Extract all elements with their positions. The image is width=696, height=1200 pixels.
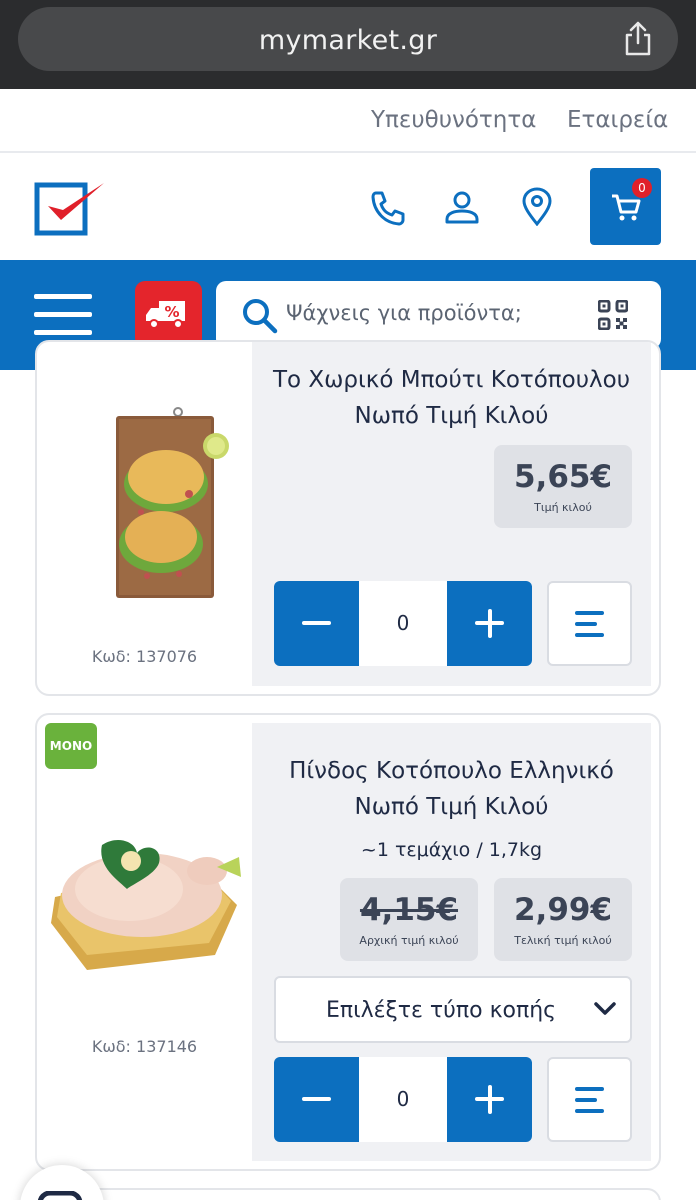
qr-code-icon[interactable] — [598, 300, 628, 330]
product-title-line[interactable]: Νωπό Τιμή Κιλού — [252, 789, 651, 825]
search-icon[interactable] — [242, 298, 278, 334]
quantity-stepper: 0 — [274, 1057, 532, 1142]
cut-type-select[interactable]: Επιλέξτε τύπο κοπής — [274, 976, 632, 1043]
final-price-value: 2,99€ — [513, 892, 613, 928]
quantity-value[interactable]: 0 — [359, 611, 447, 635]
product-info-panel: Πίνδος Κοτόπουλο Ελληνικό Νωπό Τιμή Κιλο… — [252, 723, 651, 1161]
product-image[interactable] — [47, 805, 242, 985]
mono-badge: MONO — [45, 723, 97, 769]
price-box: 5,65€ Τιμή κιλού — [494, 445, 632, 528]
url-field[interactable]: mymarket.gr — [18, 7, 678, 71]
final-price-box: 2,99€ Τελική τιμή κιλού — [494, 878, 632, 961]
increase-quantity-button[interactable] — [447, 1057, 532, 1142]
delivery-offers-button[interactable]: % — [135, 281, 202, 348]
location-pin-icon[interactable] — [517, 186, 557, 226]
product-code: Κωδ: 137146 — [91, 1037, 198, 1056]
quantity-stepper: 0 — [274, 581, 532, 666]
cart-count-badge: 0 — [632, 178, 652, 198]
search-input[interactable] — [286, 301, 586, 325]
cart-button[interactable]: 0 — [590, 168, 661, 245]
search-box[interactable] — [216, 281, 661, 349]
old-price-value: 4,15€ — [359, 892, 459, 928]
menu-button[interactable] — [34, 294, 94, 336]
product-card[interactable]: Κωδ: 137076 Το Χωρικό Μπούτι Κοτόπουλου … — [35, 340, 661, 696]
product-title-line[interactable]: Νωπό Τιμή Κιλού — [252, 398, 651, 434]
old-price-label: Αρχική τιμή κιλού — [359, 934, 459, 947]
responsibility-link[interactable]: Υπευθυνότητα — [371, 107, 536, 133]
product-image[interactable] — [81, 404, 231, 600]
product-title-line[interactable]: Πίνδος Κοτόπουλο Ελληνικό — [252, 753, 651, 789]
product-details-button[interactable] — [547, 581, 632, 666]
product-card[interactable]: MONO Κωδ: 137146 Πίνδος Κοτόπουλο Ελληνι… — [35, 713, 661, 1171]
share-icon[interactable] — [622, 21, 654, 57]
product-weight: ~1 τεμάχιο / 1,7kg — [360, 839, 543, 861]
quantity-value[interactable]: 0 — [359, 1087, 447, 1111]
price-label: Τιμή κιλού — [534, 501, 592, 514]
decrease-quantity-button[interactable] — [274, 1057, 359, 1142]
cut-type-select-value: Επιλέξτε τύπο κοπής — [326, 998, 557, 1023]
price-value: 5,65€ — [513, 459, 613, 495]
top-links-bar: Υπευθυνότητα Εταιρεία — [0, 89, 696, 153]
url-text: mymarket.gr — [258, 25, 438, 56]
product-info-panel: Το Χωρικό Μπούτι Κοτόπουλου Νωπό Τιμή Κι… — [252, 342, 651, 686]
increase-quantity-button[interactable] — [447, 581, 532, 666]
mymarket-logo[interactable] — [34, 180, 106, 236]
decrease-quantity-button[interactable] — [274, 581, 359, 666]
product-title-line[interactable]: Το Χωρικό Μπούτι Κοτόπουλου — [252, 362, 651, 398]
product-details-button[interactable] — [547, 1057, 632, 1142]
svg-text:%: % — [164, 303, 179, 321]
final-price-label: Τελική τιμή κιλού — [514, 934, 612, 947]
product-code: Κωδ: 137076 — [91, 647, 198, 666]
old-price-box: 4,15€ Αρχική τιμή κιλού — [340, 878, 478, 961]
chevron-down-icon — [594, 1002, 616, 1015]
company-link[interactable]: Εταιρεία — [567, 107, 668, 133]
chat-icon — [38, 1191, 83, 1200]
browser-address-bar: mymarket.gr — [0, 0, 696, 89]
phone-icon[interactable] — [368, 188, 408, 228]
user-icon[interactable] — [442, 188, 482, 228]
delivery-truck-icon: % — [146, 301, 185, 329]
site-header: 0 — [0, 155, 696, 260]
product-card[interactable] — [35, 1188, 661, 1200]
